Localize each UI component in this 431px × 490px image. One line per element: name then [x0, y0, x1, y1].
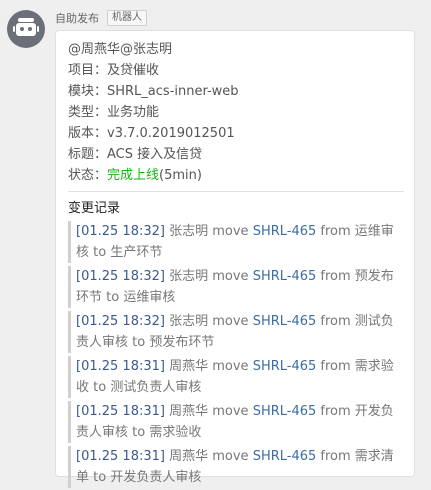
sender-header: 自助发布 机器人 — [55, 10, 147, 26]
issue-link[interactable]: SHRL-465 — [253, 224, 317, 239]
log-timestamp: [01.25 18:31] — [76, 449, 165, 464]
log-action: 周燕华 move — [164, 404, 253, 419]
list-item: [01.25 18:32] 张志明 move SHRL-465 from 预发布… — [68, 266, 404, 308]
log-from: from 测试负 — [316, 314, 394, 329]
status-value: 完成上线 — [107, 168, 160, 183]
list-item: [01.25 18:31] 周燕华 move SHRL-465 from 开发负… — [68, 401, 404, 443]
issue-link[interactable]: SHRL-465 — [253, 449, 317, 464]
list-item: [01.25 18:32] 张志明 move SHRL-465 from 测试负… — [68, 311, 404, 353]
log-action: 张志明 move — [164, 314, 253, 329]
log-timestamp: [01.25 18:32] — [76, 224, 165, 239]
log-action: 张志明 move — [164, 224, 253, 239]
log-to: 核 to 生产环节 — [76, 245, 163, 260]
subject-line: 标题：ACS 接入及信贷 — [68, 147, 203, 162]
mentions[interactable]: @周燕华@张志明 — [68, 39, 404, 60]
issue-link[interactable]: SHRL-465 — [253, 269, 317, 284]
module-line: 模块：SHRL_acs-inner-web — [68, 84, 239, 99]
type-line: 类型：业务功能 — [68, 105, 160, 120]
log-from: from 需求清 — [316, 449, 394, 464]
status-label: 状态： — [68, 168, 108, 183]
divider — [68, 191, 404, 192]
list-item: [01.25 18:31] 周燕华 move SHRL-465 from 需求清… — [68, 446, 404, 488]
issue-link[interactable]: SHRL-465 — [253, 404, 317, 419]
list-item: [01.25 18:31] 周燕华 move SHRL-465 from 需求验… — [68, 356, 404, 398]
robot-badge: 机器人 — [107, 10, 147, 26]
log-to: 单 to 开发负责人审核 — [76, 470, 202, 485]
changelog-list: [01.25 18:32] 张志明 move SHRL-465 from 运维审… — [68, 221, 404, 488]
version-line: 版本：v3.7.0.2019012501 — [68, 126, 235, 141]
log-action: 周燕华 move — [164, 359, 253, 374]
status-duration: (5min) — [159, 168, 202, 183]
issue-link[interactable]: SHRL-465 — [253, 314, 317, 329]
log-from: from 需求验 — [316, 359, 394, 374]
changelog-title: 变更记录 — [68, 201, 121, 216]
issue-link[interactable]: SHRL-465 — [253, 359, 317, 374]
log-timestamp: [01.25 18:32] — [76, 314, 165, 329]
log-to: 责人审核 to 需求验收 — [76, 425, 202, 440]
robot-icon — [13, 18, 39, 36]
log-to: 收 to 测试负责人审核 — [76, 380, 202, 395]
log-action: 周燕华 move — [164, 449, 253, 464]
status-line: 状态：完成上线(5min) — [68, 165, 404, 186]
log-from: from 运维审 — [316, 224, 394, 239]
avatar[interactable] — [7, 10, 45, 48]
project-line: 项目：及贷催收 — [68, 63, 160, 78]
log-to: 环节 to 运维审核 — [76, 290, 176, 305]
message-bubble: @周燕华@张志明 项目：及贷催收 模块：SHRL_acs-inner-web 类… — [55, 30, 415, 488]
log-to: 责人审核 to 预发布环节 — [76, 335, 215, 350]
list-item: [01.25 18:32] 张志明 move SHRL-465 from 运维审… — [68, 221, 404, 263]
log-from: from 预发布 — [316, 269, 394, 284]
log-action: 张志明 move — [164, 269, 253, 284]
log-timestamp: [01.25 18:31] — [76, 359, 165, 374]
log-from: from 开发负 — [316, 404, 394, 419]
sender-name: 自助发布 — [55, 12, 99, 25]
log-timestamp: [01.25 18:32] — [76, 269, 165, 284]
log-timestamp: [01.25 18:31] — [76, 404, 165, 419]
